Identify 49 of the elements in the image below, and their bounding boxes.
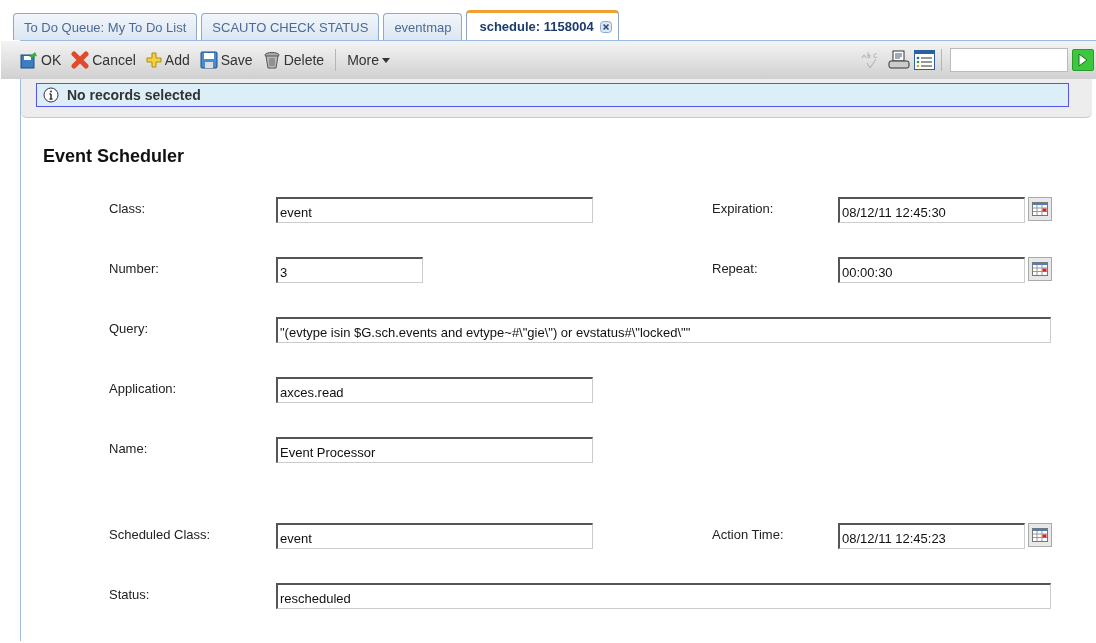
close-icon[interactable] [599,20,612,33]
list-icon[interactable] [914,50,935,70]
calendar-icon [1032,528,1048,542]
trash-can-icon [262,51,281,69]
caret-icon [382,57,391,63]
text-field[interactable]: event [276,523,593,549]
calendar-icon [1032,262,1048,276]
text-field[interactable]: 3 [276,257,423,283]
calendar-button[interactable] [1028,197,1052,221]
calendar-button[interactable] [1028,523,1052,547]
field-label: Action Time: [712,526,785,542]
cancel-button[interactable]: Cancel [66,47,141,73]
more-button[interactable]: More [342,47,396,73]
date-field[interactable]: 08/12/11 12:45:30 [838,197,1025,223]
info-icon [43,87,59,103]
field-label: Status: [109,586,151,602]
date-field[interactable]: 08/12/11 12:45:23 [838,523,1025,549]
ok-button[interactable]: OK [15,47,67,73]
play-icon [1078,53,1088,67]
text-field[interactable]: Event Processor [276,437,593,463]
add-button[interactable]: Add [140,47,195,73]
field-label: Scheduled Class: [109,526,212,542]
delete-button[interactable]: Delete [257,47,330,73]
tab[interactable]: schedule: 1158004 [466,10,619,40]
field-label: Application: [109,380,178,396]
calendar-button[interactable] [1028,257,1052,281]
printer-icon[interactable] [888,50,910,70]
field-label: Expiration: [712,200,775,216]
field-label: Number: [109,260,160,276]
date-field[interactable]: 00:00:30 [838,257,1025,283]
field-label: Name: [109,440,149,456]
tab[interactable]: eventmap [383,13,463,40]
field-label: Class: [109,200,147,216]
go-button[interactable] [1072,49,1094,71]
text-field[interactable]: axces.read [276,377,593,403]
text-field[interactable]: event [276,197,593,223]
tab[interactable]: To Do Queue: My To Do List [13,13,198,40]
plus-icon [145,52,162,68]
form-title: Event Scheduler [43,146,186,167]
field-label: Repeat: [712,260,759,276]
save-button[interactable]: Save [194,47,258,73]
text-field[interactable]: "(evtype isin $G.sch.events and evtype~#\"gie\") or evstatus#\"locked\"" [276,317,1051,343]
text-field[interactable]: rescheduled [276,583,1051,609]
calendar-icon [1032,202,1048,216]
field-label: Query: [109,320,149,336]
tab[interactable]: SCAUTO CHECK STATUS [201,13,380,40]
search-field[interactable] [950,48,1068,72]
cross-icon [71,51,90,69]
info-message: No records selected [67,87,201,103]
